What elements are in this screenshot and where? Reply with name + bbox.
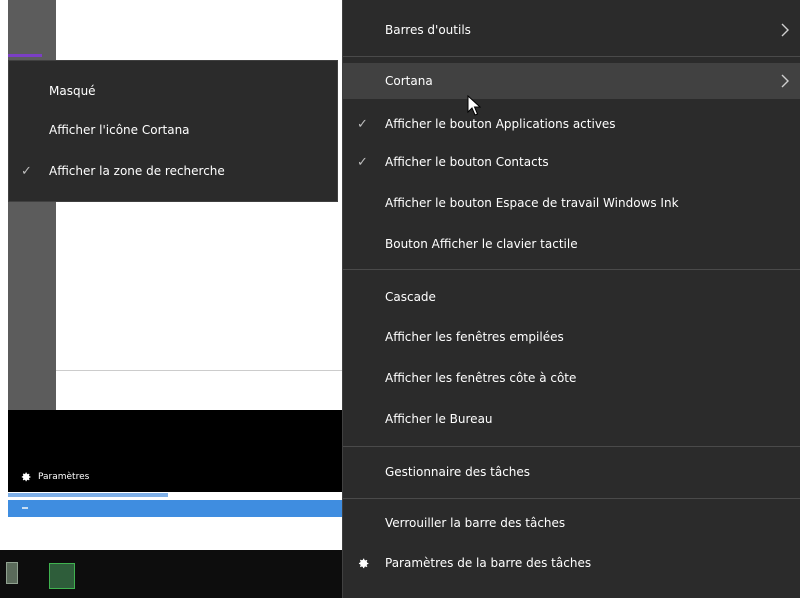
menu-item-label: Afficher les fenêtres côte à côte	[385, 371, 577, 385]
gear-icon	[358, 558, 369, 569]
menu-item-cascade[interactable]: Cascade	[343, 279, 800, 315]
chevron-right-icon	[781, 74, 789, 88]
menu-item-label: Bouton Afficher le clavier tactile	[385, 237, 578, 251]
settings-label: Paramètres	[38, 472, 90, 482]
menu-separator	[343, 269, 800, 270]
submenu-item-hidden[interactable]: Masqué	[9, 73, 337, 109]
menu-item-toolbars[interactable]: Barres d'outils	[343, 12, 800, 48]
menu-item-label: Afficher le bouton Applications actives	[385, 117, 616, 131]
gear-icon	[21, 472, 31, 482]
submenu-item-show-cortana-icon[interactable]: Afficher l'icône Cortana	[9, 112, 337, 148]
menu-item-label: Barres d'outils	[385, 23, 471, 37]
menu-item-show-people-button[interactable]: ✓ Afficher le bouton Contacts	[343, 144, 800, 180]
menu-item-label: Gestionnaire des tâches	[385, 465, 531, 479]
checkmark-icon: ✓	[21, 163, 32, 179]
checkmark-icon: ✓	[357, 116, 368, 132]
menu-item-label: Paramètres de la barre des tâches	[385, 556, 592, 570]
menu-item-label: Afficher le bouton Espace de travail Win…	[385, 196, 679, 210]
menu-separator	[343, 446, 800, 447]
menu-item-show-task-view-button[interactable]: ✓ Afficher le bouton Applications active…	[343, 106, 800, 142]
menu-item-side-by-side-windows[interactable]: Afficher les fenêtres côte à côte	[343, 360, 800, 396]
taskbar-app-icon-green[interactable]	[49, 563, 75, 589]
search-bar-background[interactable]	[8, 500, 344, 517]
menu-separator	[343, 56, 800, 57]
submenu-item-show-search-box[interactable]: ✓ Afficher la zone de recherche	[9, 153, 337, 189]
menu-item-show-touch-keyboard-button[interactable]: Bouton Afficher le clavier tactile	[343, 226, 800, 262]
search-bar-mark	[22, 507, 28, 509]
mouse-cursor-icon	[467, 95, 481, 116]
menu-item-lock-taskbar[interactable]: Verrouiller la barre des tâches	[343, 505, 800, 541]
menu-item-label: Verrouiller la barre des tâches	[385, 516, 566, 530]
menu-item-show-desktop[interactable]: Afficher le Bureau	[343, 401, 800, 437]
chevron-right-icon	[781, 23, 789, 37]
submenu-item-label: Afficher l'icône Cortana	[49, 123, 190, 137]
menu-item-label: Afficher le Bureau	[385, 412, 493, 426]
checkmark-icon: ✓	[357, 154, 368, 170]
menu-separator	[343, 498, 800, 499]
menu-item-cortana[interactable]: Cortana	[343, 63, 800, 99]
settings-link[interactable]: Paramètres	[20, 466, 89, 488]
menu-item-task-manager[interactable]: Gestionnaire des tâches	[343, 454, 800, 490]
sidebar-accent-indicator	[8, 54, 42, 57]
menu-item-label: Cortana	[385, 74, 433, 88]
background-divider	[56, 370, 346, 371]
taskbar-app-icon[interactable]	[6, 562, 18, 584]
menu-item-label: Cascade	[385, 290, 436, 304]
menu-item-taskbar-settings[interactable]: Paramètres de la barre des tâches	[343, 545, 800, 581]
cortana-submenu: Masqué Afficher l'icône Cortana ✓ Affich…	[8, 60, 338, 202]
menu-item-label: Afficher le bouton Contacts	[385, 155, 549, 169]
menu-item-label: Afficher les fenêtres empilées	[385, 330, 564, 344]
menu-item-stacked-windows[interactable]: Afficher les fenêtres empilées	[343, 319, 800, 355]
submenu-item-label: Afficher la zone de recherche	[49, 164, 225, 178]
taskbar-context-menu: Barres d'outils Cortana ✓ Afficher le bo…	[342, 0, 800, 598]
background-gap	[8, 517, 344, 550]
progress-indicator	[8, 493, 168, 497]
submenu-item-label: Masqué	[49, 84, 96, 98]
menu-item-show-windows-ink-button[interactable]: Afficher le bouton Espace de travail Win…	[343, 185, 800, 221]
